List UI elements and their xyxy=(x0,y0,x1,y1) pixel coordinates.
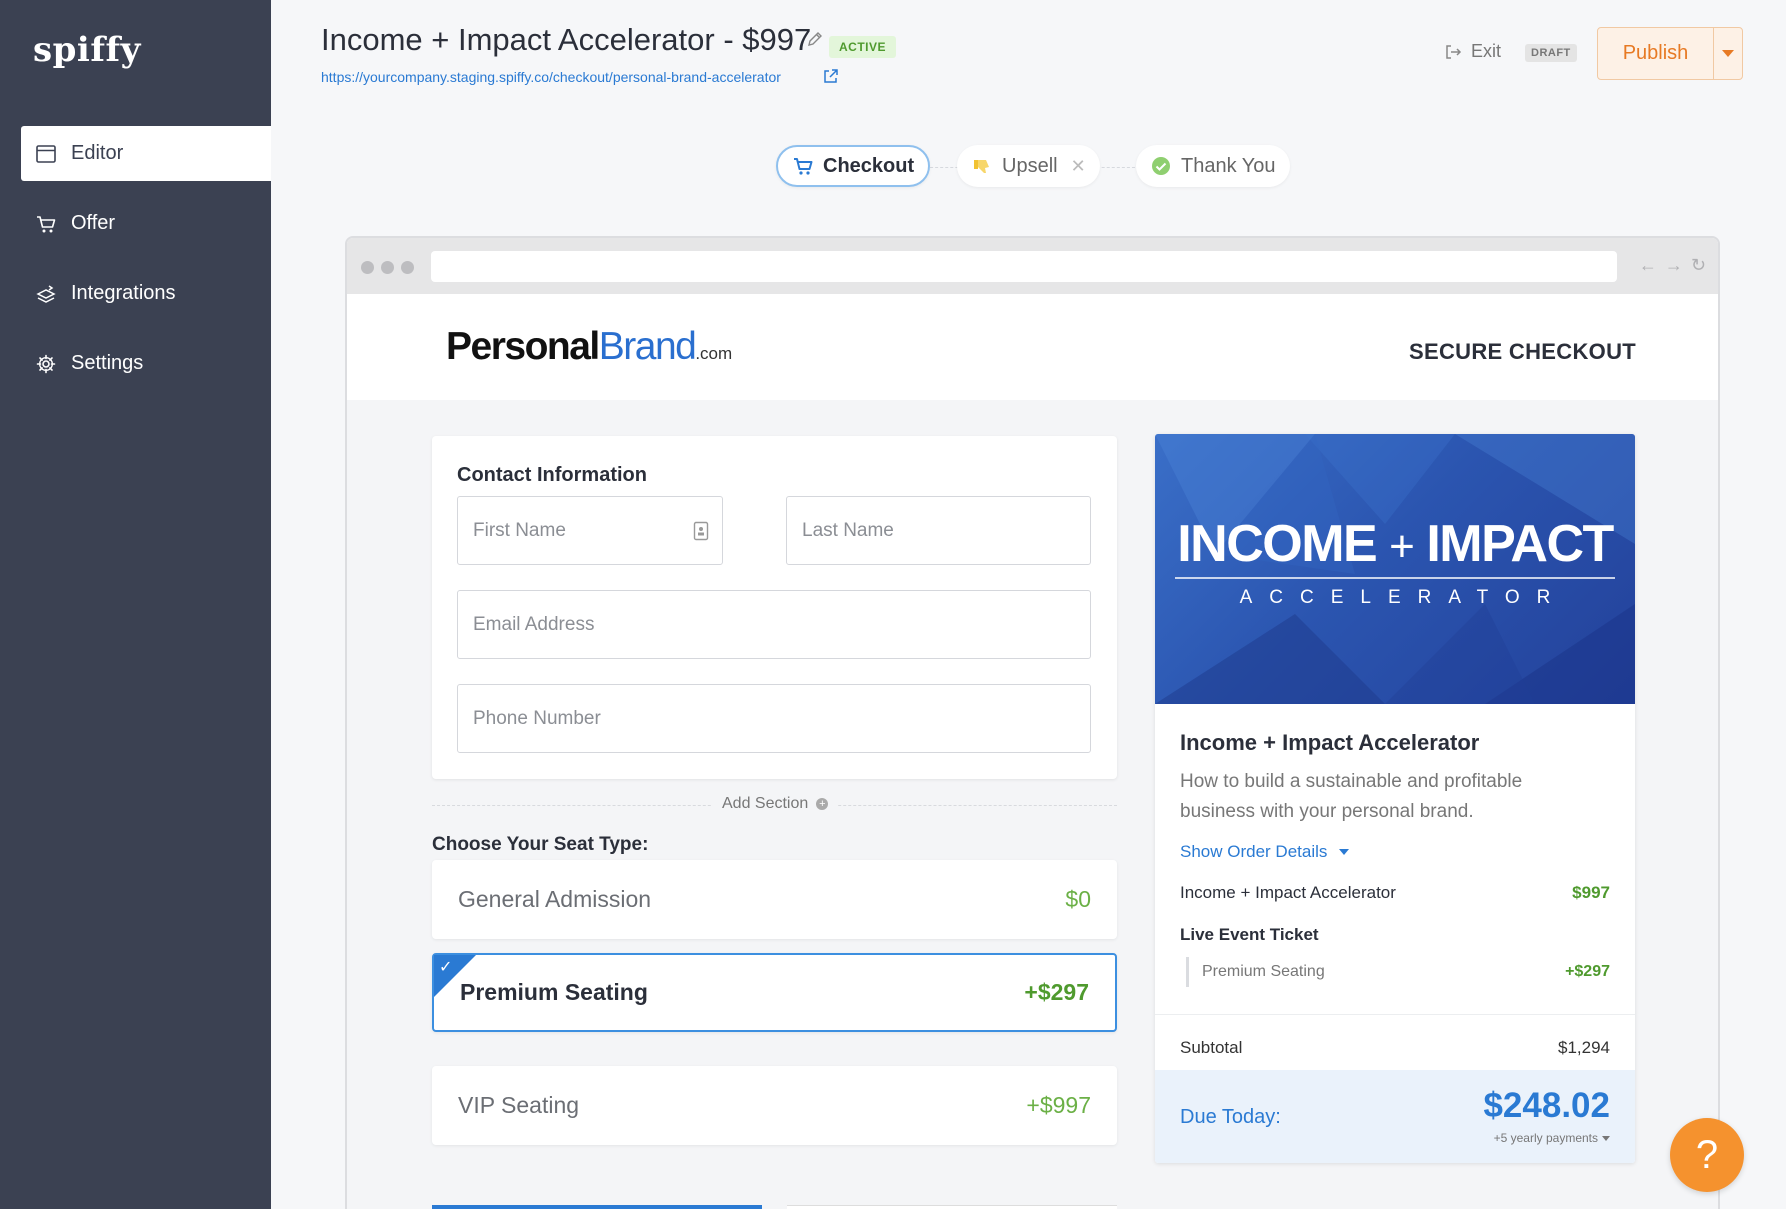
banner-subtitle: ACCELERATOR xyxy=(1239,587,1568,608)
check-circle-icon xyxy=(1152,157,1170,175)
phone-field[interactable]: Phone Number xyxy=(457,684,1091,753)
tab-upsell[interactable]: Upsell ✕ xyxy=(957,145,1100,187)
publish-dropdown-button[interactable] xyxy=(1714,50,1742,57)
exit-icon xyxy=(1446,44,1462,59)
tab-checkout[interactable]: Checkout xyxy=(776,145,931,187)
sidebar-item-label: Editor xyxy=(71,142,124,164)
browser-nav: ← → ↻ xyxy=(1639,255,1706,276)
chevron-down-icon xyxy=(1722,50,1734,57)
integrations-icon xyxy=(35,283,57,305)
secure-checkout-label: SECURE CHECKOUT xyxy=(1409,339,1636,364)
subtotal-row: Subtotal $1,294 xyxy=(1180,1038,1610,1057)
add-section-button[interactable]: Add Section + xyxy=(432,795,1117,815)
line-item: Income + Impact Accelerator $997 xyxy=(1180,883,1610,902)
cart-icon xyxy=(794,158,813,175)
page-title: Income + Impact Accelerator - $997 xyxy=(321,22,812,57)
checkout-url-link[interactable]: https://yourcompany.staging.spiffy.co/ch… xyxy=(321,69,781,85)
seat-label: Premium Seating xyxy=(460,979,648,1005)
checkout-header: PersonalBrand.com SECURE CHECKOUT xyxy=(347,294,1718,400)
tab-label: Upsell xyxy=(1002,154,1058,177)
app-logo[interactable]: spiffy xyxy=(33,30,141,70)
sidebar-item-editor[interactable]: Editor xyxy=(21,126,271,181)
pencil-icon[interactable] xyxy=(806,30,824,48)
seat-option-vip[interactable]: VIP Seating +$997 xyxy=(432,1066,1117,1145)
checkout-preview-frame: ← → ↻ PersonalBrand.com SECURE CHECKOUT … xyxy=(345,236,1720,1209)
gear-icon xyxy=(35,353,57,375)
seat-price: +$997 xyxy=(1026,1092,1091,1118)
tab-label: Thank You xyxy=(1181,154,1276,177)
browser-address-bar xyxy=(431,251,1617,282)
seat-price: $0 xyxy=(1065,886,1091,912)
product-banner: INCOME + IMPACT ACCELERATOR xyxy=(1155,434,1635,704)
external-link-icon[interactable] xyxy=(822,68,839,85)
payment-tab-active[interactable] xyxy=(432,1205,762,1209)
email-field[interactable]: Email Address xyxy=(457,590,1091,659)
banner-title: INCOME + IMPACT xyxy=(1177,515,1614,573)
tab-thank-you[interactable]: Thank You xyxy=(1136,145,1290,187)
first-name-field[interactable]: First Name xyxy=(457,496,723,565)
due-today-amount: $248.02 xyxy=(1483,1086,1610,1125)
exit-button[interactable]: Exit xyxy=(1443,41,1501,62)
line-sub-item: Premium Seating +$297 xyxy=(1186,957,1610,987)
payment-tab[interactable] xyxy=(787,1205,1117,1209)
product-title: Income + Impact Accelerator xyxy=(1180,730,1480,755)
check-icon: ✓ xyxy=(439,959,453,976)
plus-icon: + xyxy=(816,798,829,810)
product-summary-card: INCOME + IMPACT ACCELERATOR Income + Imp… xyxy=(1155,434,1635,1163)
close-icon[interactable]: ✕ xyxy=(1071,156,1086,177)
seat-label: General Admission xyxy=(458,886,652,912)
help-button[interactable]: ? xyxy=(1670,1118,1744,1192)
cart-icon xyxy=(35,213,57,235)
window-dots xyxy=(361,261,414,274)
product-description: How to build a sustainable and profitabl… xyxy=(1180,771,1523,822)
last-name-field[interactable]: Last Name xyxy=(786,496,1091,565)
seat-price: +$297 xyxy=(1024,979,1089,1005)
chevron-down-icon xyxy=(1339,849,1350,855)
draft-badge: DRAFT xyxy=(1525,44,1577,62)
status-badge: ACTIVE xyxy=(829,36,897,58)
refresh-icon: ↻ xyxy=(1690,255,1706,275)
publish-button-group: Publish xyxy=(1597,27,1743,80)
thumbs-down-icon xyxy=(974,160,989,173)
line-item: Live Event Ticket xyxy=(1180,925,1319,944)
due-today-panel: Due Today: $248.02 +5 yearly payments xyxy=(1155,1070,1635,1163)
payment-plan-toggle[interactable]: +5 yearly payments xyxy=(1494,1131,1610,1145)
sidebar-item-label: Offer xyxy=(71,212,116,234)
brand-logo: PersonalBrand.com xyxy=(446,325,733,368)
forward-arrow-icon: → xyxy=(1664,255,1683,275)
browser-toolbar: ← → ↻ xyxy=(347,238,1718,294)
sidebar-item-settings[interactable]: Settings xyxy=(21,336,271,391)
chevron-down-icon xyxy=(1602,1135,1610,1141)
window-icon xyxy=(35,143,57,165)
seat-option-general[interactable]: General Admission $0 xyxy=(432,860,1117,939)
seat-label: VIP Seating xyxy=(458,1092,580,1118)
tab-label: Checkout xyxy=(823,154,915,177)
due-today-label: Due Today: xyxy=(1180,1106,1281,1128)
contact-section[interactable]: Contact Information First Name Last Name… xyxy=(432,436,1117,779)
seat-option-premium[interactable]: ✓ Premium Seating +$297 xyxy=(432,953,1117,1032)
seat-type-heading: Choose Your Seat Type: xyxy=(432,834,649,855)
sidebar-item-offer[interactable]: Offer xyxy=(21,196,271,251)
sidebar: spiffy Editor Offer Integrations Setting… xyxy=(0,0,271,1209)
contact-heading: Contact Information xyxy=(457,464,647,486)
show-order-details-link[interactable]: Show Order Details xyxy=(1180,842,1350,862)
contact-card-icon xyxy=(693,521,709,541)
exit-label: Exit xyxy=(1471,41,1502,61)
publish-button[interactable]: Publish xyxy=(1598,28,1714,79)
checkout-body: Contact Information First Name Last Name… xyxy=(347,400,1718,1209)
sidebar-item-label: Integrations xyxy=(71,282,176,304)
sidebar-item-integrations[interactable]: Integrations xyxy=(21,266,271,321)
sidebar-item-label: Settings xyxy=(71,352,144,374)
back-arrow-icon: ← xyxy=(1638,255,1657,275)
